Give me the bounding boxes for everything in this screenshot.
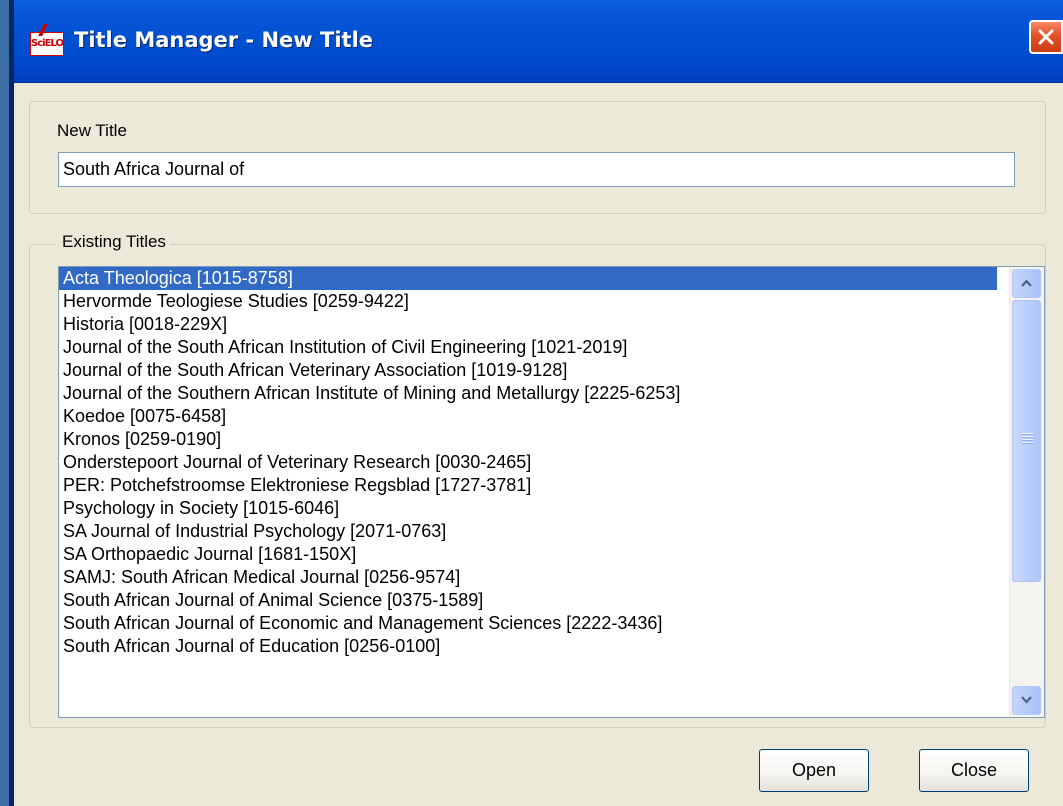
chevron-down-icon xyxy=(1021,696,1032,704)
list-item[interactable]: Journal of the Southern African Institut… xyxy=(59,382,997,405)
dialog-window: SciELO Title Manager - New Title New Tit… xyxy=(14,0,1063,806)
list-item[interactable]: SAMJ: South African Medical Journal [025… xyxy=(59,566,997,589)
list-item[interactable]: Hervormde Teologiese Studies [0259-9422] xyxy=(59,290,997,313)
scroll-thumb[interactable] xyxy=(1012,300,1041,582)
title-bar[interactable]: SciELO Title Manager - New Title xyxy=(14,0,1063,83)
chevron-up-icon xyxy=(1021,279,1032,287)
scroll-grip-icon xyxy=(1022,433,1033,445)
existing-titles-label: Existing Titles xyxy=(56,232,170,252)
close-button[interactable]: Close xyxy=(919,749,1029,792)
open-button[interactable]: Open xyxy=(759,749,869,792)
scroll-down-button[interactable] xyxy=(1012,686,1041,715)
close-x-icon xyxy=(1038,29,1054,45)
list-item[interactable]: SA Orthopaedic Journal [1681-150X] xyxy=(59,543,997,566)
vertical-scrollbar[interactable] xyxy=(1009,267,1044,717)
list-item[interactable]: Psychology in Society [1015-6046] xyxy=(59,497,997,520)
list-item[interactable]: Onderstepoort Journal of Veterinary Rese… xyxy=(59,451,997,474)
list-item[interactable]: South African Journal of Economic and Ma… xyxy=(59,612,997,635)
window-title: Title Manager - New Title xyxy=(74,28,374,52)
list-item[interactable]: South African Journal of Animal Science … xyxy=(59,589,997,612)
list-item[interactable]: Acta Theologica [1015-8758] xyxy=(59,267,997,290)
list-item[interactable]: Koedoe [0075-6458] xyxy=(59,405,997,428)
list-items-container: Acta Theologica [1015-8758] Hervormde Teo… xyxy=(59,267,997,658)
list-item[interactable]: Historia [0018-229X] xyxy=(59,313,997,336)
list-item[interactable]: South African Journal of Education [0256… xyxy=(59,635,997,658)
scielo-app-icon: SciELO xyxy=(30,32,64,56)
desktop-background xyxy=(0,0,14,806)
list-item[interactable]: Kronos [0259-0190] xyxy=(59,428,997,451)
scroll-up-button[interactable] xyxy=(1012,269,1041,298)
existing-titles-list[interactable]: Acta Theologica [1015-8758] Hervormde Teo… xyxy=(58,266,1045,718)
new-title-input[interactable] xyxy=(58,152,1015,187)
list-item[interactable]: Journal of the South African Veterinary … xyxy=(59,359,997,382)
list-item[interactable]: Journal of the South African Institution… xyxy=(59,336,997,359)
window-close-button[interactable] xyxy=(1029,20,1063,54)
new-title-label: New Title xyxy=(57,121,127,140)
list-item[interactable]: PER: Potchefstroomse Elektroniese Regsbl… xyxy=(59,474,997,497)
list-item[interactable]: SA Journal of Industrial Psychology [207… xyxy=(59,520,997,543)
